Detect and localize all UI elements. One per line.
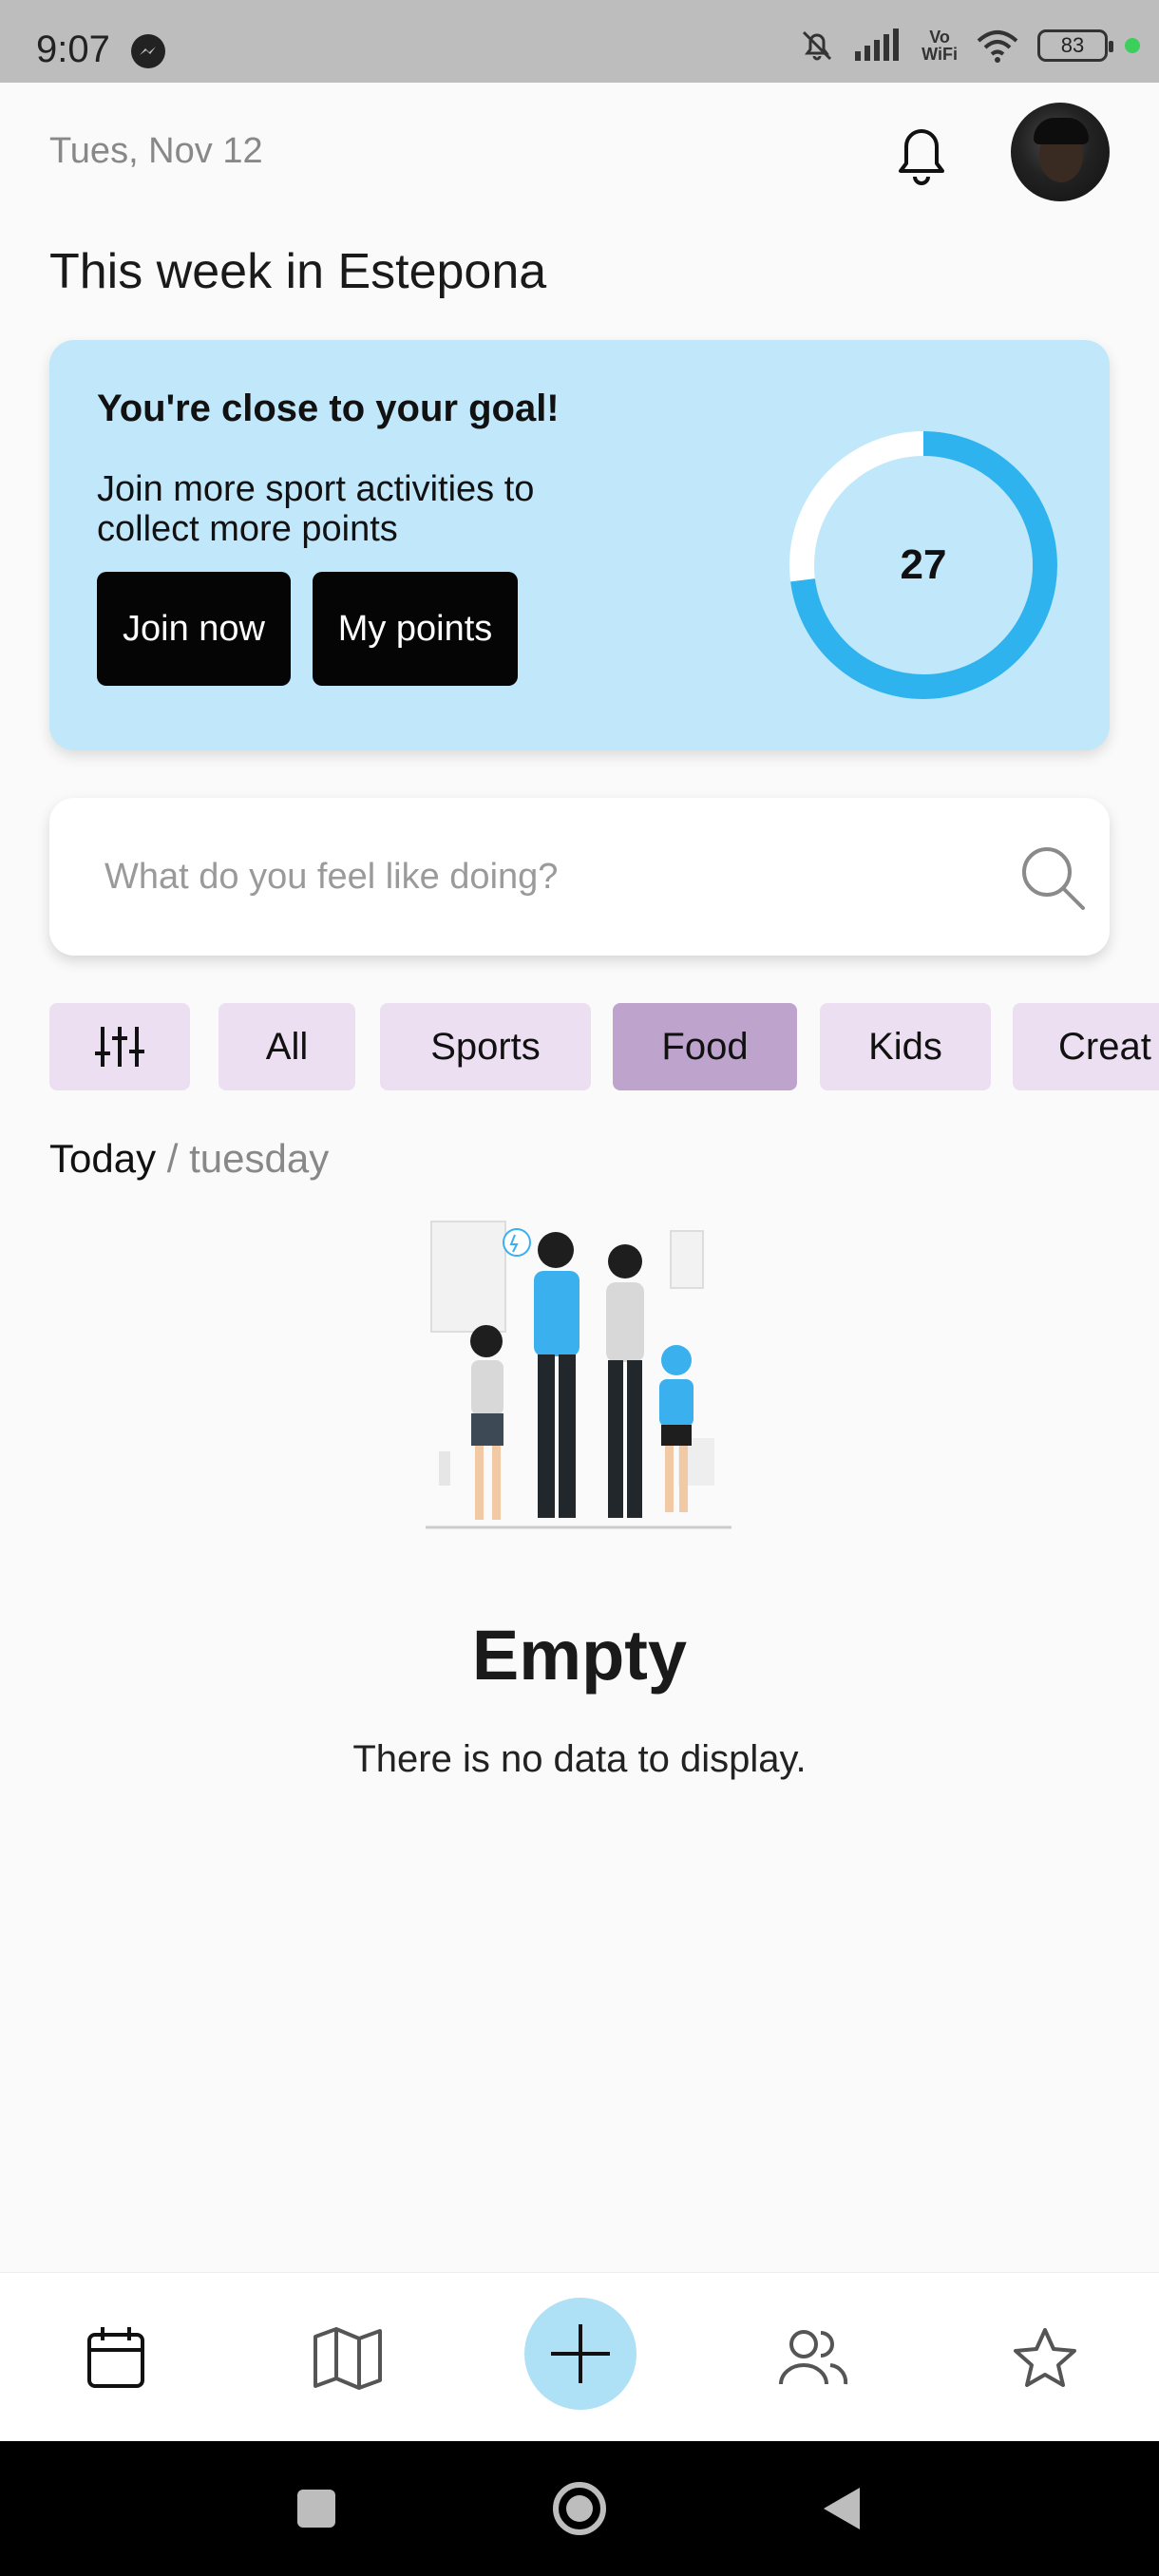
chip-kids[interactable]: Kids [820, 1003, 991, 1090]
vowifi-top: Vo [929, 28, 950, 47]
sliders-icon [95, 1027, 144, 1067]
today-label: Today [49, 1136, 157, 1181]
goal-card: You're close to your goal! Join more spo… [49, 340, 1110, 750]
search-input[interactable] [104, 845, 960, 908]
home-circle-icon [553, 2482, 606, 2535]
search-icon[interactable] [1015, 840, 1091, 916]
family-illustration [426, 1221, 732, 1529]
calendar-icon [87, 2327, 144, 2388]
chip-creative[interactable]: Creat [1013, 1003, 1159, 1090]
battery-indicator: 83 [1037, 29, 1113, 62]
back-triangle-icon [824, 2488, 860, 2529]
system-nav-bar [0, 2441, 1159, 2576]
bell-icon [899, 129, 944, 185]
map-icon [314, 2327, 382, 2390]
users-icon [779, 2330, 848, 2385]
search-box [49, 798, 1110, 956]
status-time: 9:07 [36, 28, 110, 70]
bottom-nav [0, 2272, 1159, 2441]
points-value: 27 [900, 541, 947, 588]
vowifi-indicator: Vo WiFi [922, 28, 958, 63]
recents-button[interactable] [259, 2441, 373, 2576]
privacy-dot [1125, 38, 1140, 53]
current-date: Tues, Nov 12 [49, 131, 263, 171]
day-heading: Today / tuesday [49, 1136, 329, 1182]
nav-favorites[interactable] [978, 2273, 1112, 2442]
nav-community[interactable] [747, 2273, 880, 2442]
wifi-icon [977, 30, 1018, 63]
join-now-button[interactable]: Join now [97, 572, 291, 686]
nav-calendar[interactable] [49, 2273, 182, 2442]
weekday-label: tuesday [189, 1136, 330, 1181]
empty-title: Empty [471, 1616, 688, 1695]
profile-avatar[interactable] [1011, 103, 1110, 201]
day-separator: / [156, 1136, 190, 1181]
home-button[interactable] [522, 2441, 636, 2576]
add-button[interactable] [524, 2298, 636, 2410]
back-button[interactable] [784, 2441, 898, 2576]
chip-all[interactable]: All [218, 1003, 355, 1090]
messenger-icon [131, 34, 165, 68]
plus-icon [551, 2324, 610, 2383]
status-bar: 9:07 Vo WiFi 83 [0, 0, 1159, 83]
filter-chip[interactable] [49, 1003, 190, 1090]
page-title: This week in Estepona [49, 244, 547, 299]
nav-map[interactable] [281, 2273, 414, 2442]
category-chips: All Sports Food Kids Creat [49, 1003, 1159, 1090]
square-icon [297, 2490, 335, 2528]
my-points-button[interactable]: My points [313, 572, 518, 686]
goal-title: You're close to your goal! [97, 388, 560, 429]
star-icon [1014, 2328, 1076, 2387]
chip-sports[interactable]: Sports [380, 1003, 591, 1090]
empty-message: There is no data to display. [352, 1738, 807, 1780]
avatar-cap [1034, 118, 1089, 144]
chip-food[interactable]: Food [613, 1003, 797, 1090]
goal-description: Join more sport activities to collect mo… [97, 469, 535, 549]
notifications-button[interactable] [884, 112, 960, 198]
mute-bell-icon [803, 30, 832, 61]
signal-icon [855, 28, 900, 61]
vowifi-bottom: WiFi [922, 45, 958, 64]
